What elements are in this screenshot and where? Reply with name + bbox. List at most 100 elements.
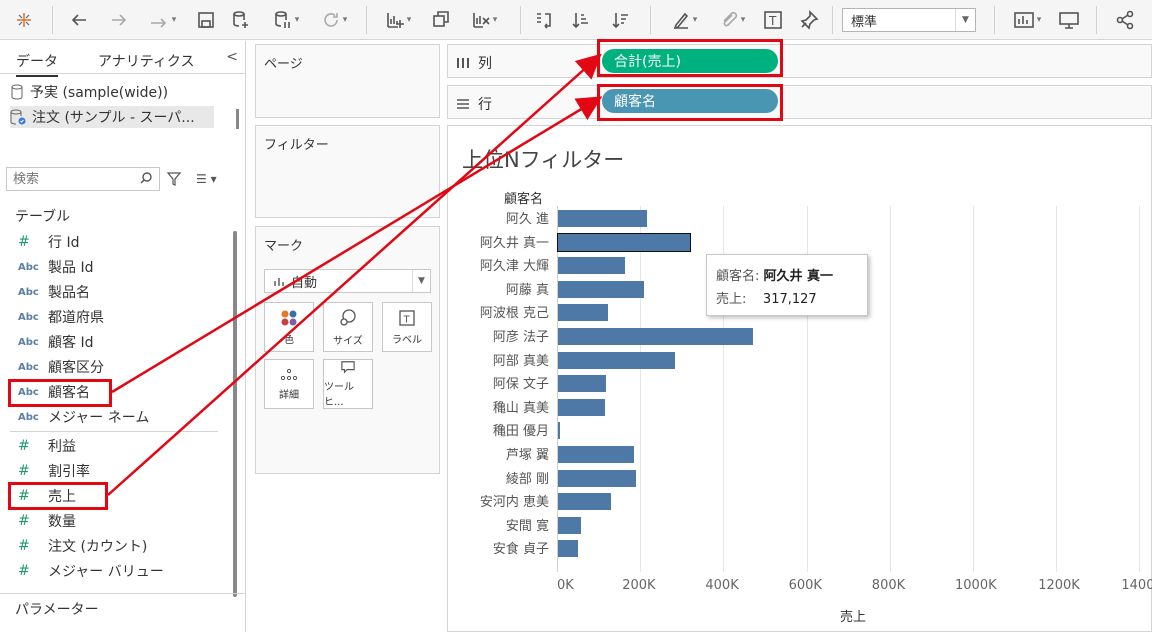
x-tick-label: 1000K [955,578,997,593]
bar-mark[interactable] [558,398,605,416]
customer-label[interactable]: 阿部 真美 [493,350,549,369]
bar-mark[interactable] [558,540,578,558]
bar-mark[interactable] [557,232,691,252]
label-button[interactable]: T ラベル [382,302,432,352]
save-icon[interactable] [194,7,218,33]
new-sheet-icon[interactable]: ▾ [378,7,418,33]
redo-icon[interactable] [106,7,132,33]
bar-mark[interactable] [558,351,675,369]
undo-icon[interactable] [66,7,92,33]
customer-label[interactable]: 穐田 優月 [493,420,549,439]
bar-mark[interactable] [558,328,753,345]
field-label: 顧客 Id [48,335,94,351]
size-button-label: サイズ [333,335,363,347]
tableau-logo-icon[interactable] [12,7,36,33]
field-order-count[interactable]: # 注文 (カウント) [18,535,147,557]
field-label: 数量 [48,514,76,530]
clear-sheet-icon[interactable]: ▾ [462,7,506,33]
field-prefecture[interactable]: Abc 都道府県 [18,306,104,328]
data-pane-scrollbar[interactable] [233,231,237,597]
presentation-icon[interactable] [1056,7,1082,33]
field-product-id[interactable]: Abc 製品 Id [18,256,93,278]
duplicate-sheet-icon[interactable] [428,7,454,33]
sort-desc-icon[interactable] [608,7,634,33]
new-datasource-icon[interactable] [228,7,254,33]
group-icon[interactable]: ▾ [712,7,752,33]
customer-label[interactable]: 阿久井 真一 [480,232,549,251]
search-input[interactable] [6,167,160,191]
collapse-pane-icon[interactable]: < [226,49,238,65]
datasource-item[interactable]: 予実 (sample(wide)) [10,81,168,103]
datasource-scrollbar[interactable] [236,109,239,129]
sort-asc-icon[interactable] [568,7,594,33]
bar-mark[interactable] [558,257,626,275]
field-product-name[interactable]: Abc 製品名 [18,281,90,303]
refresh-icon[interactable]: ▾ [314,7,354,33]
x-tick-label: 1400K [1121,578,1152,593]
bar-mark[interactable] [558,280,645,298]
bar-mark[interactable] [558,446,634,463]
bar-mark[interactable] [558,210,648,227]
customer-label[interactable]: 穐山 真美 [493,397,549,416]
size-icon [340,308,356,326]
mark-type-dropdown[interactable]: 自動 ▼ [264,269,431,293]
detail-button[interactable]: 詳細 [264,359,314,409]
field-row-id[interactable]: # 行 Id [18,231,79,253]
bar-mark[interactable] [558,469,636,487]
x-axis-title: 売上 [840,610,867,625]
columns-shelf[interactable]: 列 [447,44,1152,78]
fit-dropdown[interactable]: 標準 ▼ [842,8,976,32]
tab-analytics[interactable]: アナリティクス [98,51,194,71]
share-icon[interactable] [1112,7,1138,33]
search-icon[interactable] [139,171,153,185]
filter-icon[interactable] [166,171,182,187]
label-icon[interactable]: T [760,7,786,33]
bar-mark[interactable] [558,304,608,322]
field-customer-segment[interactable]: Abc 顧客区分 [18,356,104,378]
highlight-icon[interactable]: ▾ [664,7,704,33]
bar-mark[interactable] [558,422,561,440]
rows-shelf[interactable]: 行 [447,85,1152,119]
show-me-icon[interactable]: ▾ [1006,7,1048,33]
replay-icon[interactable]: ▾ [142,7,182,33]
customer-label[interactable]: 阿彦 法子 [493,326,549,345]
size-button[interactable]: サイズ [323,302,373,352]
worksheet-view[interactable]: 上位Nフィルター 顧客名 0K 200K 400K 600K 800K 1000K 1200… [447,125,1152,632]
customer-label[interactable]: 綾部 剛 [506,468,549,487]
pause-update-icon[interactable]: ▾ [266,7,306,33]
tooltip-button[interactable]: ツールヒ... [323,359,373,409]
customer-label[interactable]: 芦塚 翼 [506,444,549,463]
field-profit[interactable]: # 利益 [18,435,76,457]
color-icon [281,310,297,325]
color-button[interactable]: 色 [264,302,314,352]
database-icon [11,84,23,100]
customer-label[interactable]: 阿波根 克己 [480,302,549,321]
x-tick-label: 800K [871,578,906,593]
bar-mark[interactable] [558,493,611,511]
field-measure-names[interactable]: Abc メジャー ネーム [18,406,149,428]
datasource-item-selected[interactable]: 注文 (サンプル - スーパ... [10,106,214,128]
customer-label[interactable]: 阿保 文子 [493,373,549,392]
pin-icon[interactable] [796,7,822,33]
customer-label[interactable]: 安間 寛 [506,515,549,534]
tab-data[interactable]: データ [16,51,58,77]
customer-label[interactable]: 阿藤 真 [506,279,549,298]
field-quantity[interactable]: # 数量 [18,510,76,532]
customer-label[interactable]: 阿久 進 [506,208,549,227]
string-type-icon: Abc [18,286,39,298]
field-measure-values[interactable]: # メジャー バリュー [18,560,164,582]
bar-mark[interactable] [558,516,582,534]
number-type-icon: # [18,538,30,554]
customer-label[interactable]: 安河内 恵美 [480,491,549,510]
columns-icon [457,58,469,68]
pages-card[interactable]: ページ [255,44,440,118]
fit-dropdown-value: 標準 [851,14,878,30]
customer-label[interactable]: 安食 貞子 [493,538,549,557]
bar-mark[interactable] [558,375,606,393]
field-customer-id[interactable]: Abc 顧客 Id [18,331,93,353]
swap-icon[interactable] [530,7,556,33]
filters-card[interactable]: フィルター [255,125,440,218]
field-discount[interactable]: # 割引率 [18,460,90,482]
customer-label[interactable]: 阿久津 大輝 [480,255,549,274]
view-options-icon[interactable]: ☰ ▾ [196,172,217,186]
